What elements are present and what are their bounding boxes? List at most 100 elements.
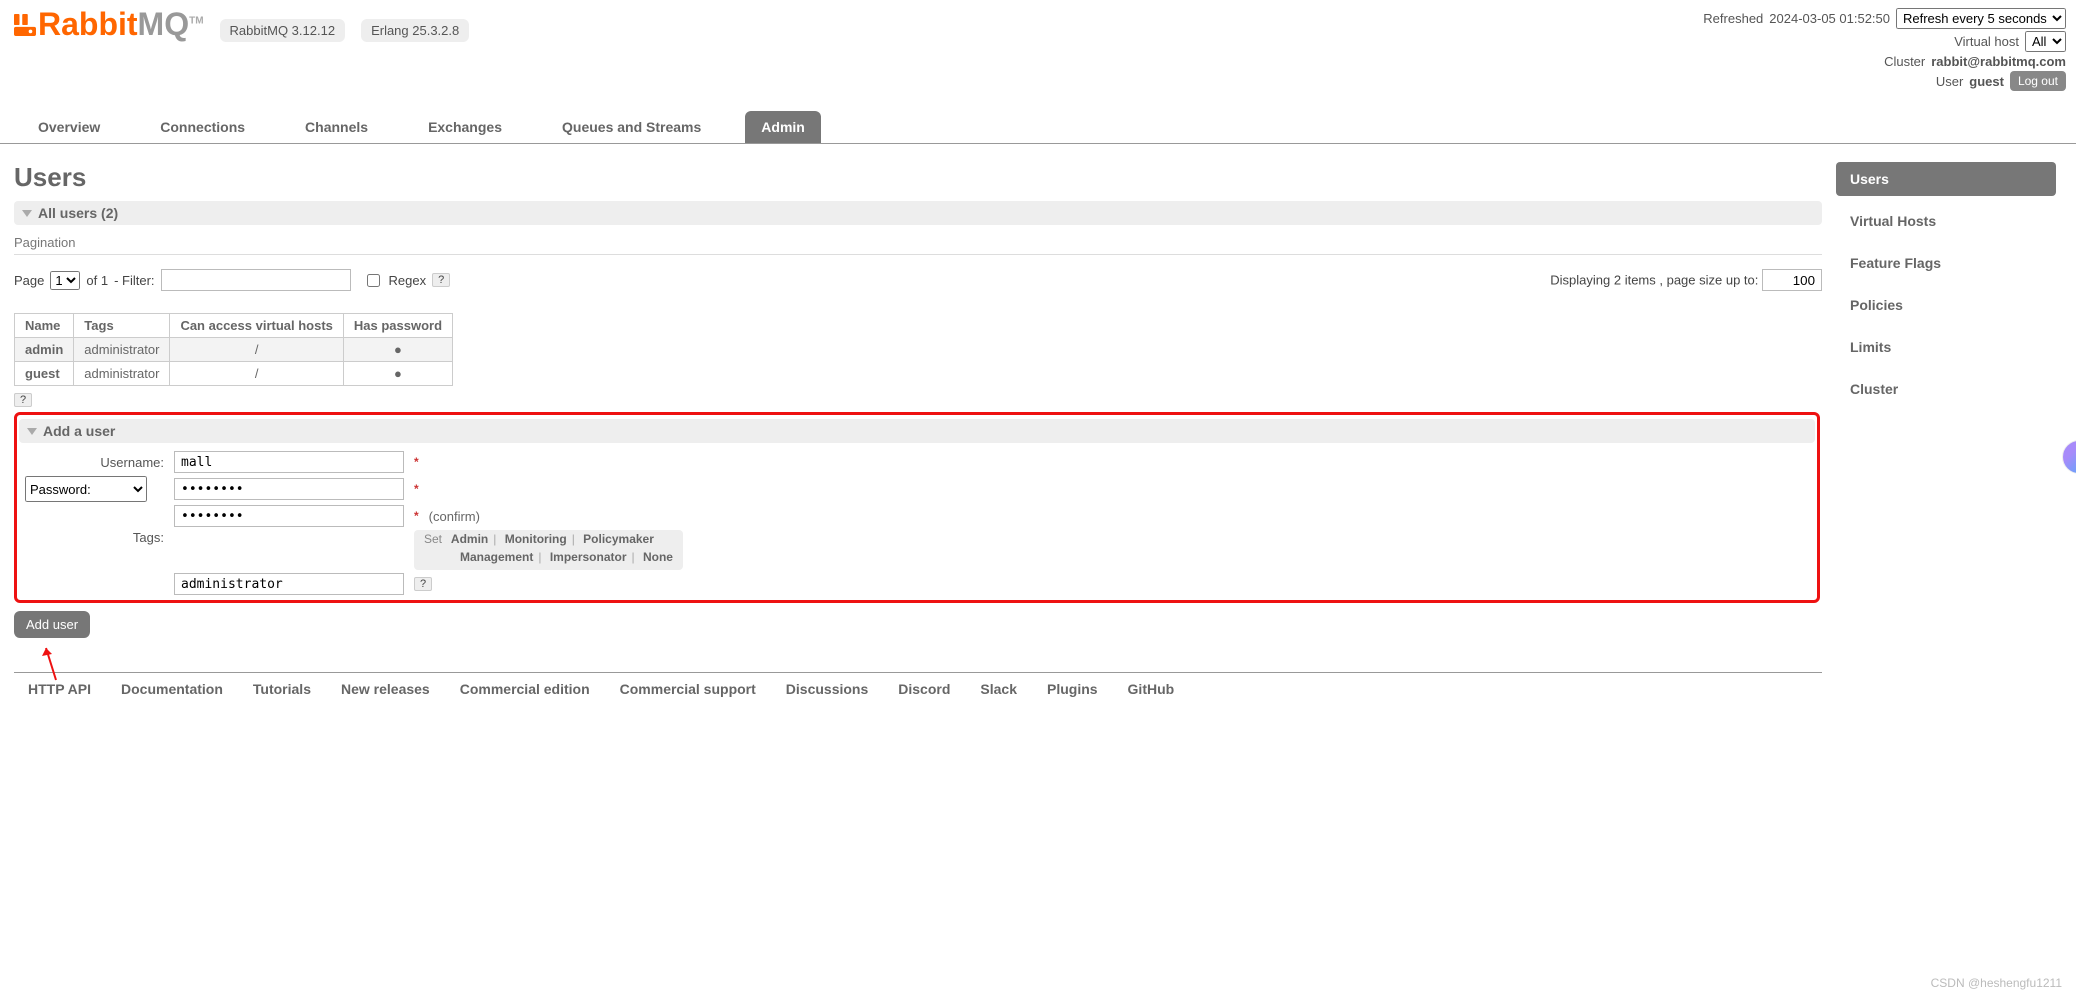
subnav-users[interactable]: Users bbox=[1836, 162, 2056, 196]
logo-block: RabbitMQTM RabbitMQ 3.12.12 Erlang 25.3.… bbox=[14, 6, 469, 43]
arrow-annotation-icon bbox=[42, 642, 60, 682]
cluster-label: Cluster bbox=[1884, 54, 1925, 69]
footer-tutorials[interactable]: Tutorials bbox=[253, 681, 311, 697]
nav-queues[interactable]: Queues and Streams bbox=[546, 111, 717, 143]
nav-overview[interactable]: Overview bbox=[22, 111, 116, 143]
highlight-annotation: Add a user Username: * Password: * * bbox=[14, 412, 1820, 603]
tag-link-none[interactable]: None bbox=[643, 550, 673, 564]
admin-subnav: Users Virtual Hosts Feature Flags Polici… bbox=[1836, 162, 2056, 406]
refreshed-label: Refreshed bbox=[1703, 11, 1763, 26]
top-right-info: Refreshed 2024-03-05 01:52:50 Refresh ev… bbox=[1703, 6, 2066, 93]
vhost-select[interactable]: All bbox=[2025, 31, 2066, 52]
refreshed-time: 2024-03-05 01:52:50 bbox=[1769, 11, 1890, 26]
vhost-label: Virtual host bbox=[1954, 34, 2019, 49]
footer-commercial-support[interactable]: Commercial support bbox=[620, 681, 756, 697]
displaying-label: Displaying 2 items , page size up to: bbox=[1550, 273, 1758, 288]
section-add-user-label: Add a user bbox=[43, 423, 115, 439]
footer-plugins[interactable]: Plugins bbox=[1047, 681, 1098, 697]
footer-nav: HTTP API Documentation Tutorials New rel… bbox=[14, 672, 1822, 705]
current-user: guest bbox=[1969, 74, 2004, 89]
refresh-interval-select[interactable]: Refresh every 5 seconds bbox=[1896, 8, 2066, 29]
footer-slack[interactable]: Slack bbox=[980, 681, 1017, 697]
users-table: Name Tags Can access virtual hosts Has p… bbox=[14, 313, 453, 386]
watermark: CSDN @heshengfu1211 bbox=[1931, 976, 2062, 990]
user-tags: administrator bbox=[74, 362, 170, 386]
subnav-limits[interactable]: Limits bbox=[1836, 330, 2056, 364]
footer-discussions[interactable]: Discussions bbox=[786, 681, 868, 697]
password-confirm-input[interactable] bbox=[174, 505, 404, 527]
subnav-virtual-hosts[interactable]: Virtual Hosts bbox=[1836, 204, 2056, 238]
tags-input[interactable] bbox=[174, 573, 404, 595]
chevron-down-icon bbox=[22, 210, 32, 217]
tags-help-icon[interactable]: ? bbox=[414, 577, 432, 591]
tag-link-impersonator[interactable]: Impersonator bbox=[550, 550, 627, 564]
logo-text-mq: MQ bbox=[138, 6, 190, 42]
footer-new-releases[interactable]: New releases bbox=[341, 681, 430, 697]
required-star: * bbox=[414, 509, 419, 523]
footer-github[interactable]: GitHub bbox=[1128, 681, 1175, 697]
table-help-icon[interactable]: ? bbox=[14, 393, 32, 407]
user-name: admin bbox=[25, 342, 63, 357]
page-select[interactable]: 1 bbox=[50, 271, 80, 290]
col-tags[interactable]: Tags bbox=[74, 314, 170, 338]
page-title: Users bbox=[14, 162, 1822, 193]
password-type-select[interactable]: Password: bbox=[25, 476, 147, 502]
table-row[interactable]: admin administrator / ● bbox=[15, 338, 453, 362]
filter-label: - Filter: bbox=[114, 273, 154, 288]
password-input[interactable] bbox=[174, 478, 404, 500]
subnav-feature-flags[interactable]: Feature Flags bbox=[1836, 246, 2056, 280]
user-vhosts: / bbox=[170, 338, 343, 362]
filter-input[interactable] bbox=[161, 269, 351, 291]
add-user-button[interactable]: Add user bbox=[14, 611, 90, 638]
username-input[interactable] bbox=[174, 451, 404, 473]
user-name: guest bbox=[25, 366, 60, 381]
user-label: User bbox=[1936, 74, 1963, 89]
table-row[interactable]: guest administrator / ● bbox=[15, 362, 453, 386]
section-all-users-toggle[interactable]: All users (2) bbox=[14, 201, 1822, 225]
tags-shortcuts: Set Admin| Monitoring| Policymaker Manag… bbox=[414, 530, 683, 570]
tags-set-label: Set bbox=[424, 532, 442, 546]
table-header-row: Name Tags Can access virtual hosts Has p… bbox=[15, 314, 453, 338]
required-star: * bbox=[414, 482, 419, 496]
section-all-users-label: All users (2) bbox=[38, 205, 118, 221]
logo-text-rabbit: Rabbit bbox=[38, 6, 138, 42]
tag-link-policymaker[interactable]: Policymaker bbox=[583, 532, 654, 546]
user-password: ● bbox=[343, 338, 452, 362]
col-password[interactable]: Has password bbox=[343, 314, 452, 338]
nav-connections[interactable]: Connections bbox=[144, 111, 261, 143]
page-size-input[interactable] bbox=[1762, 269, 1822, 291]
footer-discord[interactable]: Discord bbox=[898, 681, 950, 697]
required-star: * bbox=[414, 455, 419, 469]
col-name[interactable]: Name bbox=[15, 314, 74, 338]
chevron-down-icon bbox=[27, 428, 37, 435]
pagination-label: Pagination bbox=[14, 235, 1822, 250]
regex-help-icon[interactable]: ? bbox=[432, 273, 450, 287]
logo-tm: TM bbox=[189, 15, 203, 26]
tag-link-monitoring[interactable]: Monitoring bbox=[505, 532, 567, 546]
username-label: Username: bbox=[19, 455, 164, 470]
page-word: Page bbox=[14, 273, 44, 288]
nav-exchanges[interactable]: Exchanges bbox=[412, 111, 518, 143]
tag-link-management[interactable]: Management bbox=[460, 550, 533, 564]
footer-http-api[interactable]: HTTP API bbox=[28, 681, 91, 697]
footer-documentation[interactable]: Documentation bbox=[121, 681, 223, 697]
col-vhosts[interactable]: Can access virtual hosts bbox=[170, 314, 343, 338]
cluster-name: rabbit@rabbitmq.com bbox=[1931, 54, 2066, 69]
footer-commercial-edition[interactable]: Commercial edition bbox=[460, 681, 590, 697]
rabbit-logo-icon bbox=[14, 8, 36, 32]
version-rabbitmq: RabbitMQ 3.12.12 bbox=[220, 19, 346, 42]
user-vhosts: / bbox=[170, 362, 343, 386]
user-tags: administrator bbox=[74, 338, 170, 362]
subnav-cluster[interactable]: Cluster bbox=[1836, 372, 2056, 406]
logout-button[interactable]: Log out bbox=[2010, 71, 2066, 91]
nav-admin[interactable]: Admin bbox=[745, 111, 821, 143]
of-pages: of 1 bbox=[86, 273, 108, 288]
user-password: ● bbox=[343, 362, 452, 386]
confirm-hint: (confirm) bbox=[429, 509, 480, 524]
tag-link-admin[interactable]: Admin bbox=[451, 532, 488, 546]
subnav-policies[interactable]: Policies bbox=[1836, 288, 2056, 322]
regex-checkbox[interactable] bbox=[367, 274, 380, 287]
section-add-user-toggle[interactable]: Add a user bbox=[19, 419, 1815, 443]
nav-channels[interactable]: Channels bbox=[289, 111, 384, 143]
regex-label: Regex bbox=[389, 273, 427, 288]
